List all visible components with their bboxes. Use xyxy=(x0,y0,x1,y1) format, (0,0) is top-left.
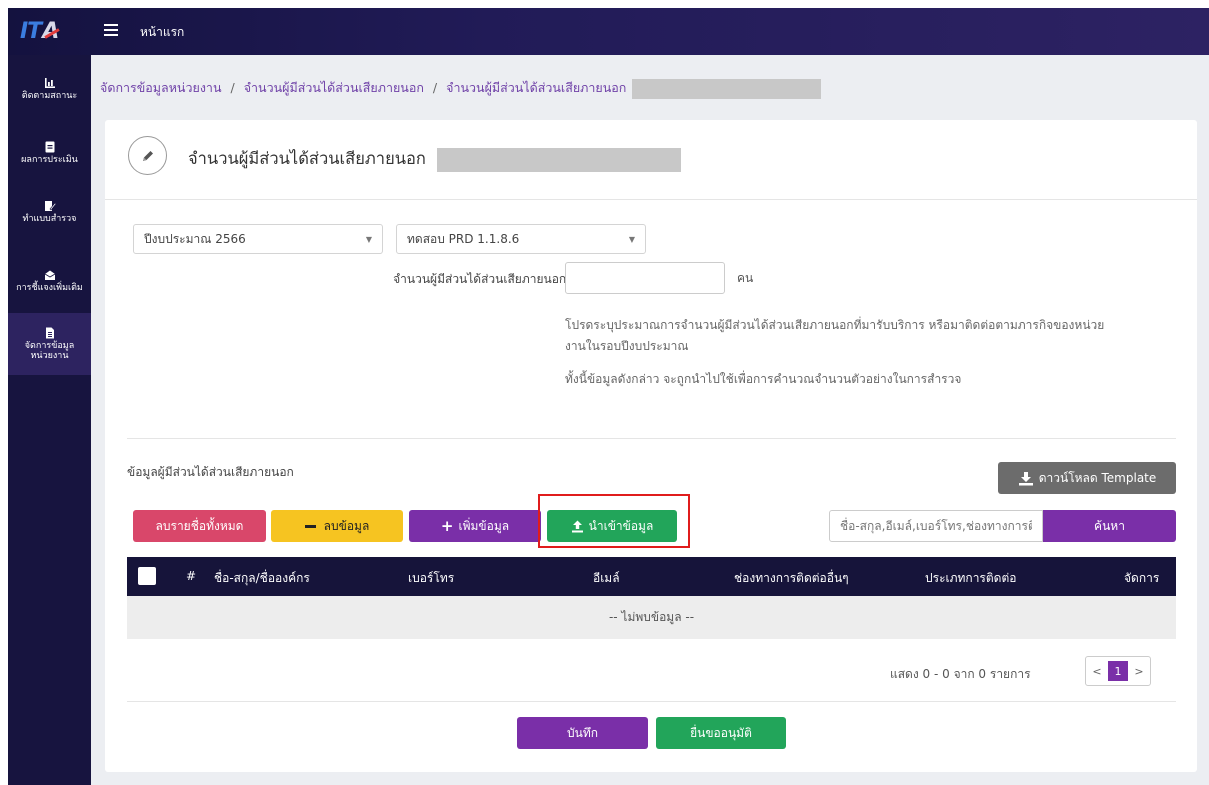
section-title: ข้อมูลผู้มีส่วนได้ส่วนเสียภายนอก xyxy=(127,465,294,479)
save-label: บันทึก xyxy=(567,725,598,740)
page-prev-button[interactable]: < xyxy=(1086,657,1108,685)
import-label: นำเข้าข้อมูล xyxy=(588,518,654,533)
stakeholder-count-input[interactable] xyxy=(565,262,725,294)
search-input[interactable] xyxy=(829,510,1043,542)
chart-icon xyxy=(44,77,55,88)
breadcrumb-item-stakeholders[interactable]: จำนวนผู้มีส่วนได้ส่วนเสียภายนอก xyxy=(244,80,424,95)
col-phone: เบอร์โทร xyxy=(408,571,455,585)
main-content: จัดการข้อมูลหน่วยงาน / จำนวนผู้มีส่วนได้… xyxy=(91,55,1209,785)
sidebar-item-label: ติดตามสถานะ xyxy=(21,90,78,101)
save-button[interactable]: บันทึก xyxy=(517,717,648,749)
download-icon xyxy=(1018,471,1033,485)
sidebar-item-status[interactable]: ติดตามสถานะ xyxy=(8,55,91,117)
col-email: อีเมล์ xyxy=(593,571,620,585)
pencil-icon xyxy=(128,136,167,175)
page-1-button[interactable]: 1 xyxy=(1108,661,1128,681)
col-manage: จัดการ xyxy=(1124,571,1160,585)
sidebar-item-label: ทำแบบสำรวจ xyxy=(22,213,77,224)
unit-label: คน xyxy=(737,271,754,285)
minus-icon xyxy=(304,524,316,528)
fiscal-year-select[interactable]: ปีงบประมาณ 2566 ▼ xyxy=(133,224,383,254)
upload-icon xyxy=(571,520,583,532)
sidebar-item-survey[interactable]: ทำแบบสำรวจ xyxy=(8,183,91,241)
mail-icon xyxy=(44,270,55,280)
caret-down-icon: ▼ xyxy=(365,234,372,244)
logo-mark: A xyxy=(42,18,60,44)
divider xyxy=(127,438,1176,439)
logo-text: IT xyxy=(20,18,42,44)
breadcrumb-separator: / xyxy=(432,80,438,95)
download-template-button[interactable]: ดาวน์โหลด Template xyxy=(998,462,1176,494)
page-next-button[interactable]: > xyxy=(1128,657,1150,685)
redacted-block xyxy=(632,78,822,99)
sidebar-item-label: ผลการประเมิน xyxy=(21,154,78,165)
stakeholder-card: จำนวนผู้มีส่วนได้ส่วนเสียภายนอก ปีงบประม… xyxy=(105,120,1197,772)
breadcrumb: จัดการข้อมูลหน่วยงาน / จำนวนผู้มีส่วนได้… xyxy=(100,78,822,99)
ita-logo[interactable]: IT A xyxy=(20,16,80,46)
help-text-note: ทั้งนี้ข้อมูลดังกล่าว จะถูกนำไปใช้เพื่อก… xyxy=(565,372,962,386)
add-label: เพิ่มข้อมูล xyxy=(458,518,510,533)
search-button[interactable]: ค้นหา xyxy=(1043,510,1176,542)
sidebar-item-label: จัดการข้อมูล หน่วยงาน xyxy=(24,340,75,361)
top-navbar: IT A หน้าแรก xyxy=(8,8,1209,55)
empty-message: -- ไม่พบข้อมูล -- xyxy=(608,610,695,624)
add-button[interactable]: + เพิ่มข้อมูล xyxy=(409,510,541,542)
help-text: โปรดระบุประมาณการจำนวนผู้มีส่วนได้ส่วนเส… xyxy=(565,318,1105,353)
sidebar-item-label: การชี้แจงเพิ่มเติม xyxy=(16,282,83,293)
sidebar-item-results[interactable]: ผลการประเมิน xyxy=(8,117,91,183)
breadcrumb-item-org[interactable]: จัดการข้อมูลหน่วยงาน xyxy=(100,80,222,95)
fiscal-year-value: ปีงบประมาณ 2566 xyxy=(144,231,246,246)
redacted-block xyxy=(437,147,682,172)
col-number: # xyxy=(186,569,197,583)
test-select-value: ทดสอบ PRD 1.1.8.6 xyxy=(407,231,520,246)
page-title: จำนวนผู้มีส่วนได้ส่วนเสียภายนอก xyxy=(188,146,682,172)
divider xyxy=(127,701,1176,702)
submit-approval-button[interactable]: ยื่นขออนุมัติ xyxy=(656,717,786,749)
file-icon xyxy=(45,327,54,339)
delete-label: ลบข้อมูล xyxy=(323,518,370,533)
count-label-text: จำนวนผู้มีส่วนได้ส่วนเสียภายนอก xyxy=(393,272,567,286)
home-link[interactable]: หน้าแรก xyxy=(140,23,184,42)
search-label: ค้นหา xyxy=(1094,518,1125,533)
import-button[interactable]: นำเข้าข้อมูล xyxy=(547,510,677,542)
submit-approval-label: ยื่นขออนุมัติ xyxy=(690,725,752,740)
table-header: # ชื่อ-สกุล/ชื่อองค์กร เบอร์โทร อีเมล์ ช… xyxy=(127,557,1176,596)
divider xyxy=(105,199,1197,200)
stakeholder-count-label: จำนวนผู้มีส่วนได้ส่วนเสียภายนอก * xyxy=(393,270,576,289)
plus-icon: + xyxy=(440,516,454,535)
test-select[interactable]: ทดสอบ PRD 1.1.8.6 ▼ xyxy=(396,224,646,254)
empty-table-row: -- ไม่พบข้อมูล -- xyxy=(127,596,1176,639)
edit-icon xyxy=(44,200,56,211)
download-template-label: ดาวน์โหลด Template xyxy=(1038,470,1157,485)
document-icon xyxy=(45,141,54,153)
delete-button[interactable]: ลบข้อมูล xyxy=(271,510,403,542)
sidebar-item-org-data[interactable]: จัดการข้อมูล หน่วยงาน xyxy=(8,313,91,375)
pagination: < 1 > xyxy=(1085,656,1151,686)
delete-all-label: ลบรายชื่อทั้งหมด xyxy=(155,518,244,533)
sidebar: ติดตามสถานะ ผลการประเมิน ทำแบบสำรวจ การช… xyxy=(8,55,91,785)
breadcrumb-separator: / xyxy=(230,80,235,95)
col-contact-type: ประเภทการติดต่อ xyxy=(925,571,1017,585)
page-title-text: จำนวนผู้มีส่วนได้ส่วนเสียภายนอก xyxy=(188,149,426,168)
col-name: ชื่อ-สกุล/ชื่อองค์กร xyxy=(214,571,310,585)
menu-toggle-icon[interactable] xyxy=(104,24,118,36)
pagination-info: แสดง 0 - 0 จาก 0 รายการ xyxy=(890,667,1031,681)
delete-all-button[interactable]: ลบรายชื่อทั้งหมด xyxy=(133,510,266,542)
select-all-checkbox[interactable] xyxy=(138,567,156,585)
breadcrumb-item-current[interactable]: จำนวนผู้มีส่วนได้ส่วนเสียภายนอก xyxy=(446,80,626,95)
caret-down-icon: ▼ xyxy=(628,234,635,244)
col-other-channel: ช่องทางการติดต่ออื่นๆ xyxy=(734,571,849,585)
sidebar-item-clarification[interactable]: การชี้แจงเพิ่มเติม xyxy=(8,241,91,313)
